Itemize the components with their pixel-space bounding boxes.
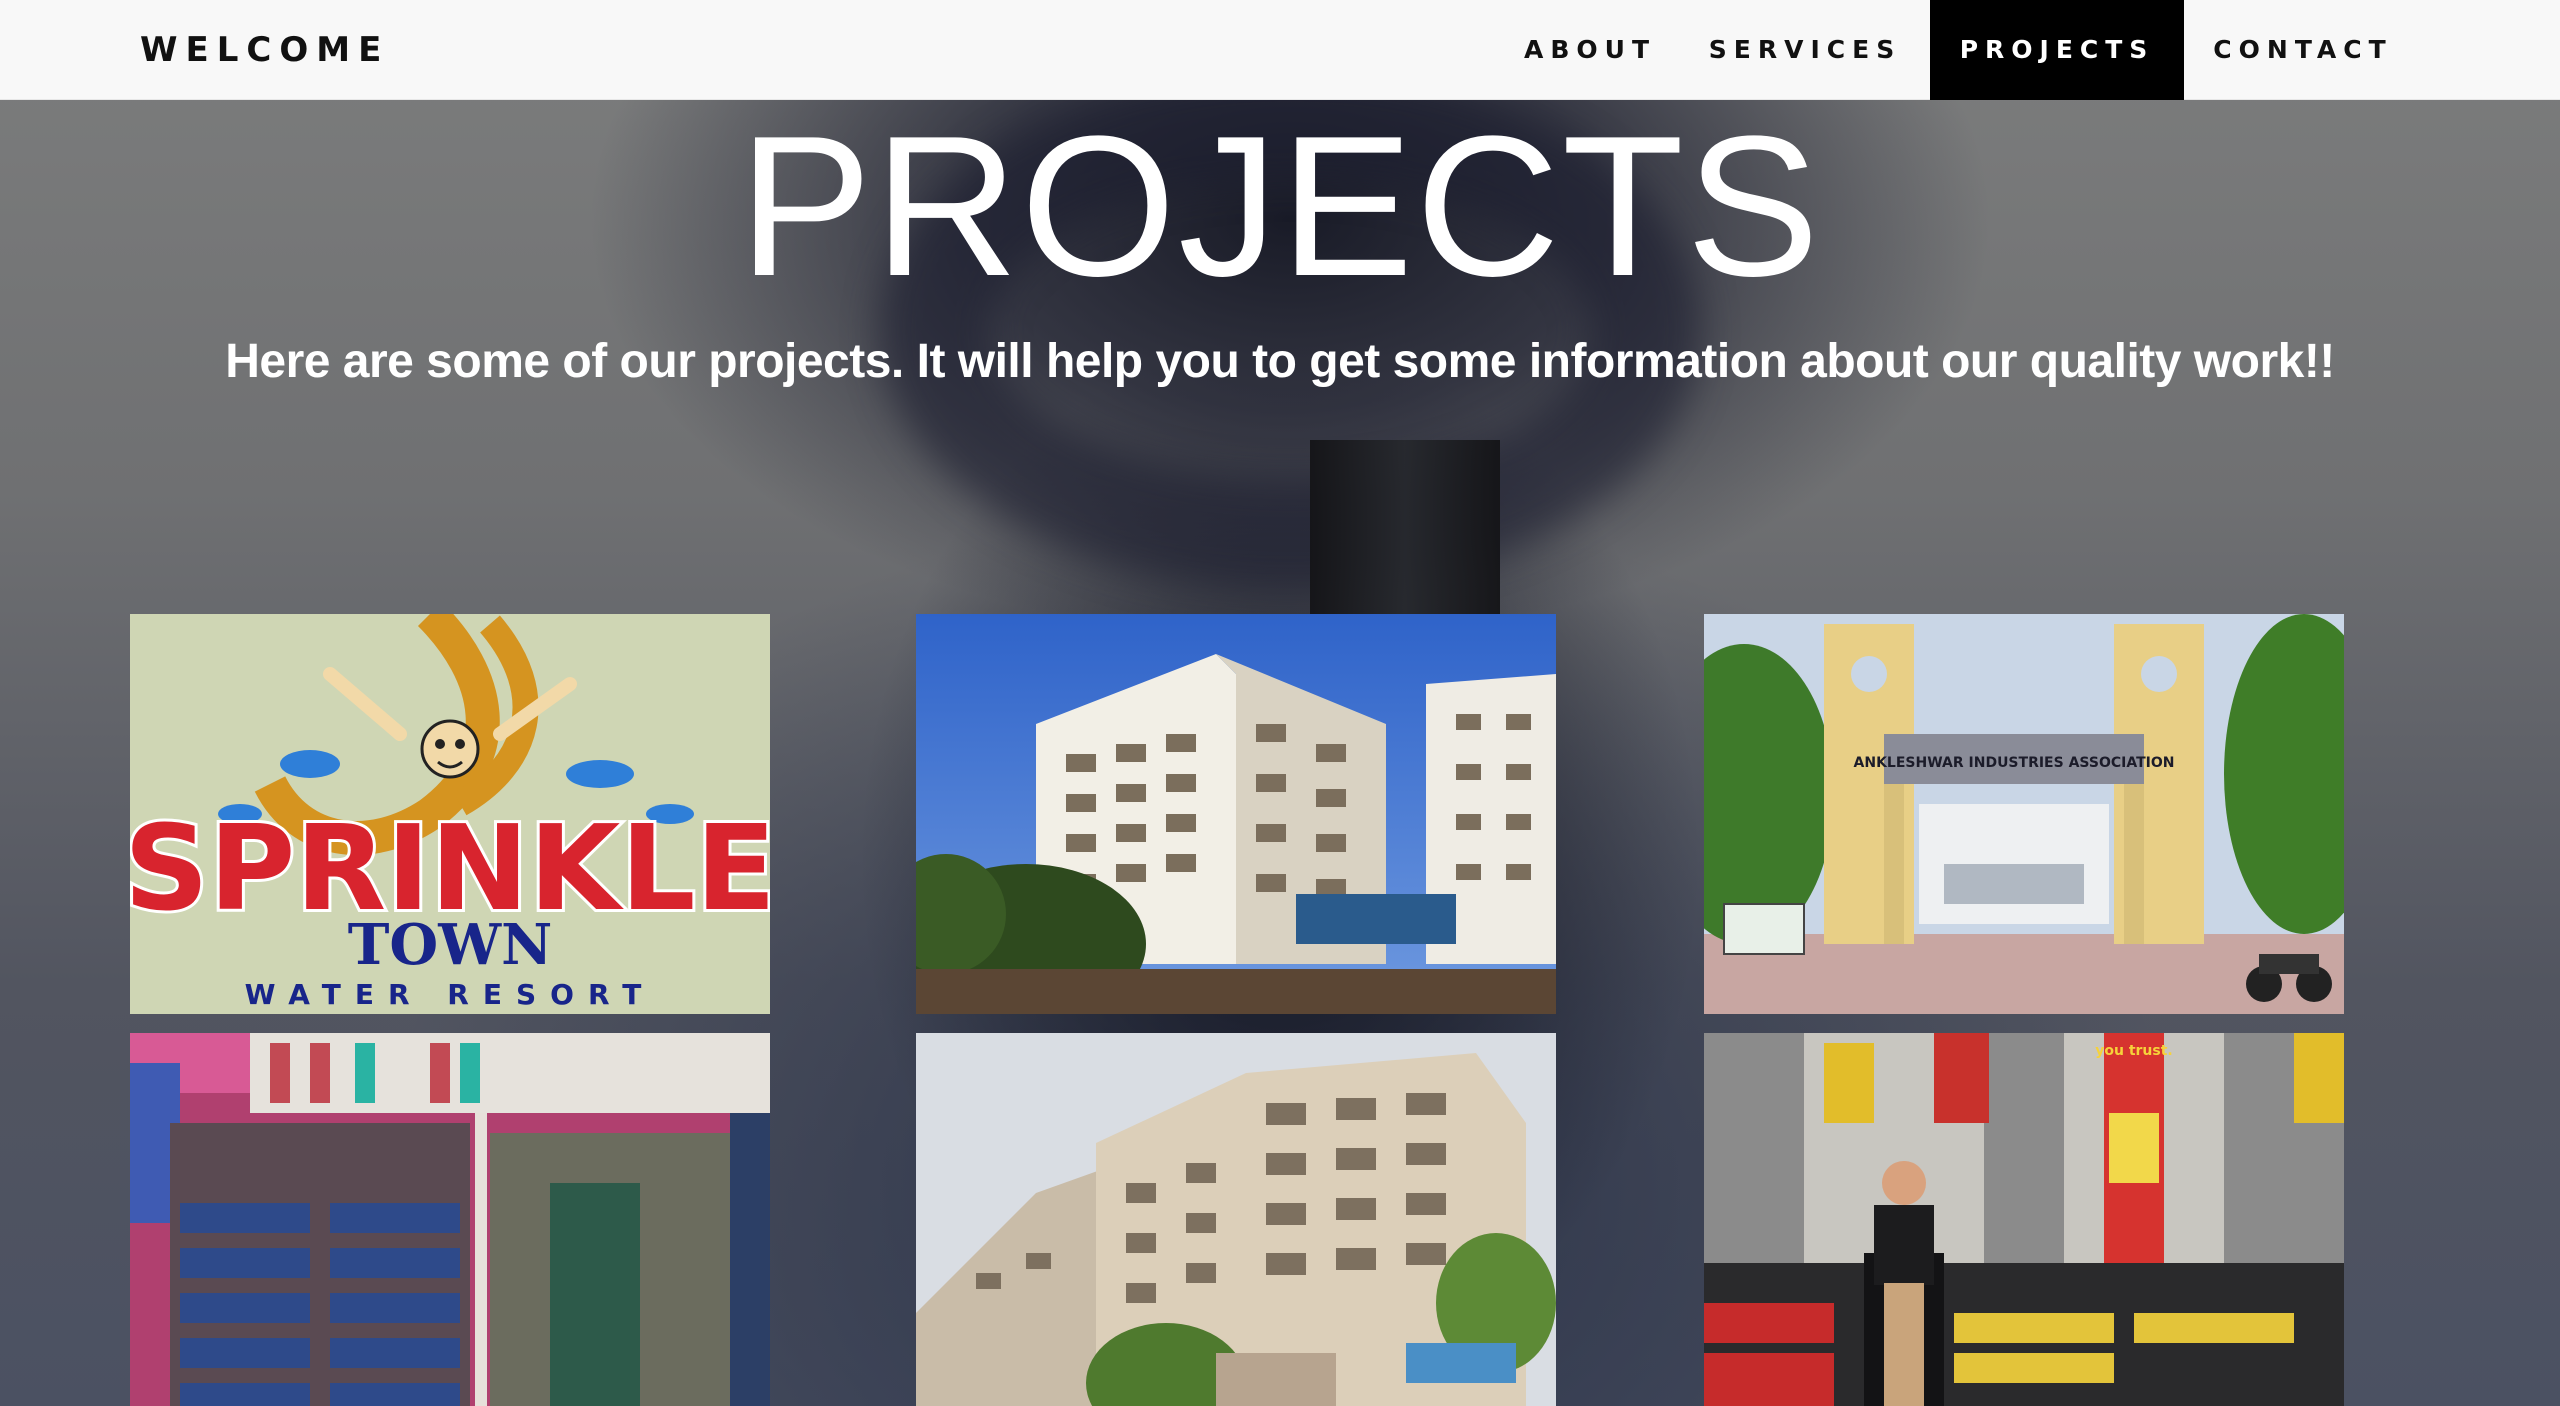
project-thumb-residential-tower[interactable] xyxy=(916,614,1556,1014)
nav-contact[interactable]: CONTACT xyxy=(2198,0,2408,100)
apartment-complex-image xyxy=(916,1033,1556,1406)
residential-tower-image xyxy=(916,614,1556,1014)
page-title: PROJECTS xyxy=(738,95,1822,318)
water-resort-sign-text: WATER RESORT xyxy=(245,978,656,1011)
project-thumb-industries-gate[interactable]: ANKLESHWAR INDUSTRIES ASSOCIATION xyxy=(1704,614,2344,1014)
nav-services[interactable]: SERVICES xyxy=(1700,0,1910,100)
sprinkle-town-logo-image: SPRINKLE TOWN WATER RESORT xyxy=(130,614,770,1014)
store-banner-text: you trust. xyxy=(2095,1043,2173,1059)
projects-page: WELCOME ABOUT SERVICES PROJECTS CONTACT … xyxy=(0,0,2560,1406)
garment-shop-image xyxy=(130,1033,770,1406)
gate-sign-text: ANKLESHWAR INDUSTRIES ASSOCIATION xyxy=(1854,755,2175,771)
page-subtitle: Here are some of our projects. It will h… xyxy=(225,335,2335,388)
project-thumb-garment-shop[interactable] xyxy=(130,1033,770,1406)
town-sign-text: TOWN xyxy=(348,912,553,978)
brand-link[interactable]: WELCOME xyxy=(140,0,389,100)
nav-about[interactable]: ABOUT xyxy=(1510,0,1670,100)
project-thumb-auto-parts-store[interactable]: you trust. xyxy=(1704,1033,2344,1406)
industries-gate-image: ANKLESHWAR INDUSTRIES ASSOCIATION xyxy=(1704,614,2344,1014)
nav-projects[interactable]: PROJECTS xyxy=(1930,0,2184,100)
project-thumb-apartment-complex[interactable] xyxy=(916,1033,1556,1406)
project-thumb-sprinkle-town[interactable]: SPRINKLE TOWN WATER RESORT xyxy=(130,614,770,1014)
navbar: WELCOME ABOUT SERVICES PROJECTS CONTACT xyxy=(0,0,2560,100)
auto-parts-store-image: you trust. xyxy=(1704,1033,2344,1406)
